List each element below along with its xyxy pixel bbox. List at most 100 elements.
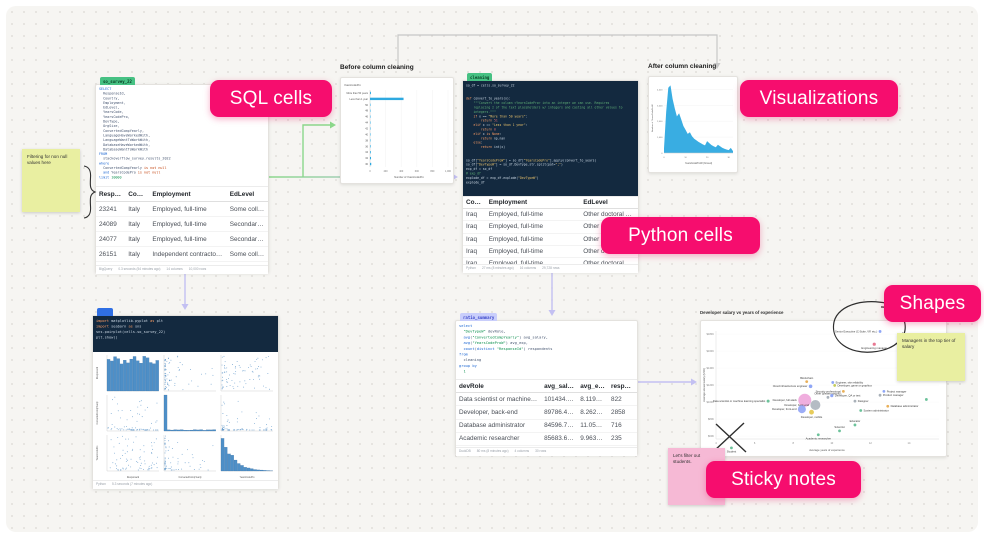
- ratio-cell-tab[interactable]: ratio_summary: [460, 313, 497, 321]
- svg-text:200: 200: [384, 170, 389, 173]
- svg-text:Academic researcher: Academic researcher: [806, 436, 831, 440]
- svg-text:Engineering manager: Engineering manager: [861, 346, 887, 350]
- pairplot-cell-footer: Python5.3 seconds (7 minutes ago): [93, 480, 278, 489]
- svg-text:Student: Student: [727, 450, 737, 454]
- svg-text:$140K: $140K: [706, 366, 714, 370]
- svg-text:4: 4: [715, 441, 717, 445]
- table-row: IraqEmployed, full-timeOther doctoral de…: [463, 258, 638, 264]
- ratio-results-table[interactable]: devRoleavg_salaryavg_exprespondentsData …: [456, 379, 637, 447]
- sql-cell-footer: BigQuery0.3 seconds (54 minutes ago)14 c…: [96, 265, 268, 274]
- table-row: Data scientist or machine learning speci…: [456, 393, 637, 406]
- svg-text:38: 38: [365, 139, 368, 142]
- svg-text:$120K: $120K: [706, 383, 714, 387]
- svg-text:14: 14: [908, 441, 911, 445]
- svg-text:46: 46: [365, 116, 368, 119]
- table-row: 26151ItalyIndependent contractor, freela…: [96, 247, 268, 262]
- svg-text:Cloud infrastructure engineer: Cloud infrastructure engineer: [773, 384, 808, 388]
- svg-text:Number of YearsCodePro: Number of YearsCodePro: [394, 175, 424, 179]
- before-cleaning-chart[interactable]: YearsCodePro 0 200 400 600 800 1,000 More than …: [340, 77, 454, 184]
- svg-text:0: 0: [661, 153, 663, 155]
- table-row: Academic researcher85683.692405449.96387…: [456, 433, 637, 446]
- svg-text:36: 36: [365, 145, 368, 148]
- svg-text:6: 6: [754, 441, 756, 445]
- label-shapes[interactable]: Shapes: [884, 285, 981, 322]
- after-cleaning-chart[interactable]: 01,0002,0003,0004,0000102030YearsCodePro…: [648, 76, 738, 173]
- svg-text:System administrator: System administrator: [864, 408, 889, 412]
- label-sql-cells[interactable]: SQL cells: [210, 80, 332, 117]
- python-code-editor[interactable]: so_df = cells.so_survey_22 def convert_t…: [463, 81, 638, 196]
- sql-cell-tab[interactable]: so_survey_22: [100, 77, 135, 85]
- svg-text:Scientist: Scientist: [834, 425, 844, 429]
- after-chart-svg: 01,0002,0003,0004,0000102030YearsCodePro…: [649, 77, 737, 172]
- table-row: Database administrator84596.7902837711.0…: [456, 420, 637, 433]
- svg-text:10: 10: [684, 157, 687, 159]
- table-row: devRoleavg_salaryavg_exprespondents: [456, 380, 637, 393]
- table-row: ResponseIdCountryEmploymentEdLevel: [96, 187, 268, 202]
- table-row: Developer, back-end89786.485785188.26216…: [456, 406, 637, 419]
- svg-text:Average annual salary (USD): Average annual salary (USD): [702, 368, 706, 402]
- sticky-note-text: Managers in the top tier of salary: [897, 333, 965, 355]
- svg-text:ResponseId: ResponseId: [127, 477, 140, 479]
- svg-text:Developer, QA or test: Developer, QA or test: [835, 394, 861, 398]
- label-visualizations[interactable]: Visualizations: [740, 80, 898, 117]
- ratio-code-editor[interactable]: select "DevTypeW" devRole, avg("Converte…: [456, 321, 637, 379]
- before-chart-title: Before column cleaning: [340, 64, 414, 71]
- svg-text:$180K: $180K: [706, 332, 714, 336]
- svg-text:42: 42: [365, 128, 368, 131]
- label-python-cells[interactable]: Python cells: [601, 217, 760, 254]
- svg-text:Educator: Educator: [850, 419, 861, 423]
- svg-text:YearsCodeProW (binned): YearsCodeProW (binned): [685, 162, 712, 165]
- sticky-note-filtering[interactable]: Filtering for non null values here: [22, 149, 80, 212]
- pairplot-code-editor[interactable]: import matplotlib.pyplot as plt import s…: [93, 316, 278, 352]
- pairplot-cell-tab[interactable]: [97, 308, 113, 316]
- cleaning-cell-tab[interactable]: cleaning: [467, 73, 492, 81]
- sticky-note-managers[interactable]: Managers in the top tier of salary: [897, 333, 965, 381]
- svg-text:Product manager: Product manager: [883, 393, 904, 397]
- svg-text:30: 30: [365, 163, 368, 166]
- svg-text:$160K: $160K: [706, 349, 714, 353]
- table-row: CountryEmploymentEdLevel: [463, 197, 638, 209]
- svg-text:30: 30: [727, 157, 730, 159]
- table-row: 23241ItalyEmployed, full-timeSome colleg…: [96, 202, 268, 217]
- pairplot-svg: ResponseIdResponseIdConvertedCompYearlyC…: [93, 352, 278, 480]
- ratio-cell-footer: DuckDB80 ms (8 minutes ago)4 columns30 r…: [456, 447, 637, 456]
- svg-text:12: 12: [869, 441, 872, 445]
- svg-text:Designer: Designer: [858, 399, 869, 403]
- svg-text:Developer, front-end: Developer, front-end: [772, 407, 797, 411]
- svg-text:0: 0: [369, 170, 371, 173]
- svg-text:Number of 'YearsCodeProW': Number of 'YearsCodeProW': [651, 103, 654, 131]
- svg-text:Project manager: Project manager: [887, 389, 907, 393]
- sticky-note-text: Filtering for non null values here: [22, 149, 80, 171]
- sql-results-table[interactable]: ResponseIdCountryEmploymentEdLevel23241I…: [96, 186, 268, 265]
- svg-text:4,000: 4,000: [657, 89, 663, 91]
- svg-text:Less than 1 year: Less than 1 year: [350, 98, 369, 101]
- svg-text:Average years of experience: Average years of experience: [809, 448, 845, 452]
- python-cell-pairplot[interactable]: import matplotlib.pyplot as plt import s…: [92, 315, 279, 489]
- svg-text:32: 32: [365, 157, 368, 160]
- svg-text:34: 34: [365, 151, 368, 154]
- svg-text:ConvertedCompYearly: ConvertedCompYearly: [96, 401, 99, 425]
- svg-text:1,000: 1,000: [445, 170, 452, 173]
- svg-text:Developer, full-stack: Developer, full-stack: [773, 398, 798, 402]
- table-row: 24089ItalyEmployed, full-timeSecondary s…: [96, 217, 268, 232]
- svg-text:1,000: 1,000: [657, 137, 663, 139]
- svg-text:400: 400: [399, 170, 404, 173]
- svg-text:48: 48: [365, 110, 368, 113]
- scatter-chart-title: Developer salary vs years of experience: [700, 310, 783, 315]
- table-row: 24077ItalyEmployed, full-timeSecondary s…: [96, 232, 268, 247]
- svg-text:800: 800: [430, 170, 435, 173]
- svg-text:600: 600: [415, 170, 420, 173]
- svg-text:40: 40: [365, 133, 368, 136]
- after-chart-title: After column cleaning: [648, 63, 716, 70]
- svg-text:$60K: $60K: [708, 434, 714, 438]
- svg-text:YearsCodePro: YearsCodePro: [344, 83, 361, 87]
- sql-cell-ratio-summary[interactable]: ratio_summary select "DevTypeW" devRole,…: [455, 320, 638, 455]
- label-sticky-notes[interactable]: Sticky notes: [706, 461, 861, 498]
- svg-text:10: 10: [830, 441, 833, 445]
- svg-text:Senior Executive (C-Suite, VP,: Senior Executive (C-Suite, VP, etc.): [835, 329, 877, 333]
- svg-text:More than 50 years: More than 50 years: [346, 92, 368, 95]
- svg-text:50: 50: [365, 104, 368, 107]
- svg-text:3,000: 3,000: [657, 105, 663, 107]
- svg-text:2,000: 2,000: [657, 121, 663, 123]
- svg-text:Data scientist or machine lear: Data scientist or machine learning speci…: [713, 399, 766, 403]
